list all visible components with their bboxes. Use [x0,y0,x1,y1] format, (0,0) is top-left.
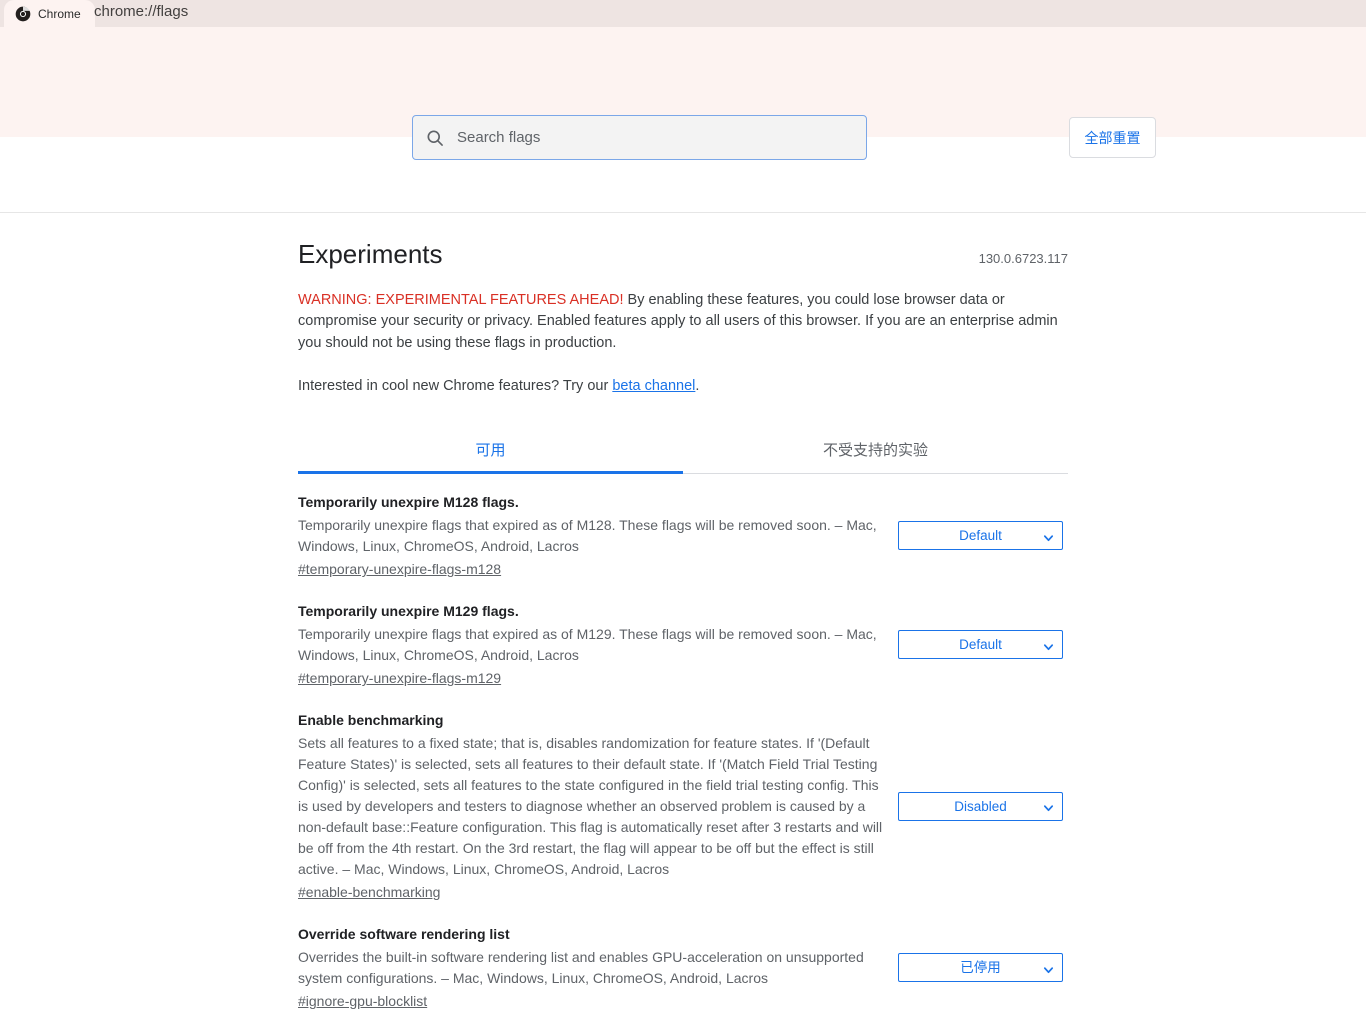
flag-row: Override software rendering list Override… [298,906,1068,1015]
beta-channel-link[interactable]: beta channel [612,378,695,394]
browser-tab-title: Chrome [38,6,81,21]
flag-select-wrapper[interactable]: DefaultEnabledDisabled [898,630,1063,660]
flag-state-select[interactable]: Disabled(Default Feature States)(Match F… [898,791,1063,821]
flag-title: Enable benchmarking [298,712,444,729]
flag-list: Temporarily unexpire M128 flags. Temporar… [298,474,1068,1015]
tab-unsupported[interactable]: 不受支持的实验 [683,429,1068,473]
page-header: Experiments 130.0.6723.117 [298,238,1068,272]
flag-row: Enable benchmarking Sets all features to … [298,692,1068,906]
flag-info: Temporarily unexpire M128 flags. Temporar… [298,492,883,579]
warning-text: WARNING: EXPERIMENTAL FEATURES AHEAD! By… [298,290,1068,355]
flags-content: Experiments 130.0.6723.117 WARNING: EXPE… [298,213,1068,1015]
flag-select-wrapper[interactable]: DefaultEnabledDisabled [898,521,1063,551]
beta-prefix-text: Interested in cool new Chrome features? … [298,378,613,395]
flag-permalink[interactable]: #temporary-unexpire-flags-m128 [298,561,501,577]
flag-title: Temporarily unexpire M128 flags. [298,494,519,511]
version-label: 130.0.6723.117 [978,251,1068,266]
flag-permalink[interactable]: #enable-benchmarking [298,884,440,900]
flag-title: Override software rendering list [298,926,510,943]
browser-tab[interactable]: Chrome [4,0,95,27]
warning-emphasis: WARNING: EXPERIMENTAL FEATURES AHEAD! [298,291,624,308]
flags-search-bar: 全部重置 [0,115,1366,213]
flag-permalink[interactable]: #temporary-unexpire-flags-m129 [298,670,501,686]
browser-tabstrip: Chrome [0,0,1366,27]
flag-description: Overrides the built-in software renderin… [298,949,864,987]
flag-control: DefaultEnabledDisabled [883,630,1068,660]
flag-state-select[interactable]: DefaultEnabledDisabled [898,630,1063,660]
flag-row: Temporarily unexpire M129 flags. Temporar… [298,583,1068,692]
flag-control: DefaultEnabledDisabled [883,521,1068,551]
beta-channel-line: Interested in cool new Chrome features? … [298,376,1068,397]
flag-state-select[interactable]: DefaultEnabledDisabled [898,521,1063,551]
search-icon [425,128,445,148]
reset-all-button[interactable]: 全部重置 [1069,117,1156,158]
flag-info: Enable benchmarking Sets all features to … [298,710,883,902]
chrome-logo-icon [15,6,31,22]
flag-description: Temporarily unexpire flags that expired … [298,517,877,555]
flag-row: Temporarily unexpire M128 flags. Temporar… [298,474,1068,583]
address-bar-url[interactable]: chrome://flags [94,4,188,19]
flag-control: Disabled(Default Feature States)(Match F… [883,791,1068,821]
flag-description: Sets all features to a fixed state; that… [298,735,883,878]
flag-title: Temporarily unexpire M129 flags. [298,603,519,620]
flag-description: Temporarily unexpire flags that expired … [298,626,877,664]
flag-info: Override software rendering list Override… [298,924,883,1011]
beta-suffix-text: . [695,378,700,395]
flag-permalink[interactable]: #ignore-gpu-blocklist [298,993,427,1009]
page-title: Experiments [298,239,443,269]
search-input[interactable] [457,129,854,146]
search-field-container[interactable] [412,115,867,160]
flag-select-wrapper[interactable]: Disabled(Default Feature States)(Match F… [898,791,1063,821]
flags-tablist: 可用 不受支持的实验 [298,429,1068,475]
tab-available[interactable]: 可用 [298,429,683,475]
flag-info: Temporarily unexpire M129 flags. Temporar… [298,601,883,688]
